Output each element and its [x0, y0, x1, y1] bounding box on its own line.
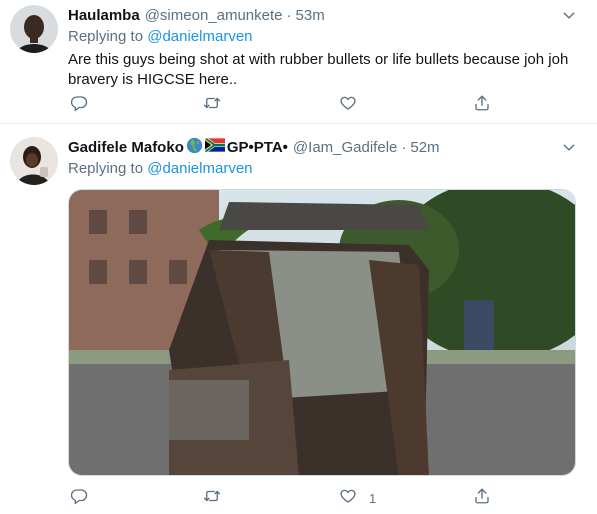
author-name[interactable]: Haulamba — [68, 7, 140, 24]
share-button[interactable] — [473, 487, 491, 509]
name-suffix: GP•PTA• — [226, 138, 288, 156]
tweet[interactable]: Haulamba @simeon_amunkete · 53m Replying… — [0, 0, 597, 124]
tweet-photo[interactable] — [68, 189, 576, 476]
reply-icon — [70, 94, 88, 117]
mention-link[interactable]: @danielmarven — [147, 28, 252, 45]
replying-prefix: Replying to — [68, 28, 144, 45]
tweet-header: Gadifele Mafoko GP•PTA• @Iam_Gadifele · … — [68, 137, 557, 157]
reply-button[interactable] — [70, 487, 88, 509]
like-button[interactable]: 1 — [339, 487, 376, 509]
retweet-button[interactable] — [203, 487, 221, 509]
author-handle[interactable]: @Iam_Gadifele — [293, 139, 397, 156]
chevron-down-icon[interactable] — [559, 5, 579, 25]
author-handle[interactable]: @simeon_amunkete — [145, 7, 283, 24]
timestamp[interactable]: 52m — [410, 139, 439, 156]
mention-link[interactable]: @danielmarven — [147, 160, 252, 177]
globe-africa-emoji — [186, 137, 203, 158]
south-africa-flag-emoji — [204, 138, 225, 156]
tweet-header: Haulamba @simeon_amunkete · 53m — [68, 5, 557, 25]
heart-icon — [339, 487, 357, 510]
tweet[interactable]: Gadifele Mafoko GP•PTA• @Iam_Gadifele · … — [0, 124, 597, 514]
share-icon — [473, 94, 491, 117]
timestamp[interactable]: 53m — [296, 7, 325, 24]
like-count: 1 — [369, 490, 377, 506]
separator-dot: · — [286, 6, 292, 24]
chevron-down-icon[interactable] — [559, 137, 579, 157]
reply-button[interactable] — [70, 94, 88, 116]
tweet-actions: 1 — [68, 487, 498, 509]
tweet-text: Are this guys being shot at with rubber … — [68, 51, 569, 88]
author-name[interactable]: Gadifele Mafoko — [68, 139, 184, 156]
heart-icon — [339, 94, 357, 117]
replying-to: Replying to @danielmarven — [68, 160, 253, 177]
share-icon — [473, 487, 491, 510]
retweet-icon — [203, 487, 221, 510]
retweet-button[interactable] — [203, 94, 221, 116]
separator-dot: · — [401, 138, 407, 156]
replying-to: Replying to @danielmarven — [68, 28, 253, 45]
avatar[interactable] — [10, 137, 58, 185]
share-button[interactable] — [473, 94, 491, 116]
retweet-icon — [203, 94, 221, 117]
tweet-actions — [68, 94, 498, 116]
replying-prefix: Replying to — [68, 160, 144, 177]
avatar[interactable] — [10, 5, 58, 53]
reply-icon — [70, 487, 88, 510]
like-button[interactable] — [339, 94, 357, 116]
